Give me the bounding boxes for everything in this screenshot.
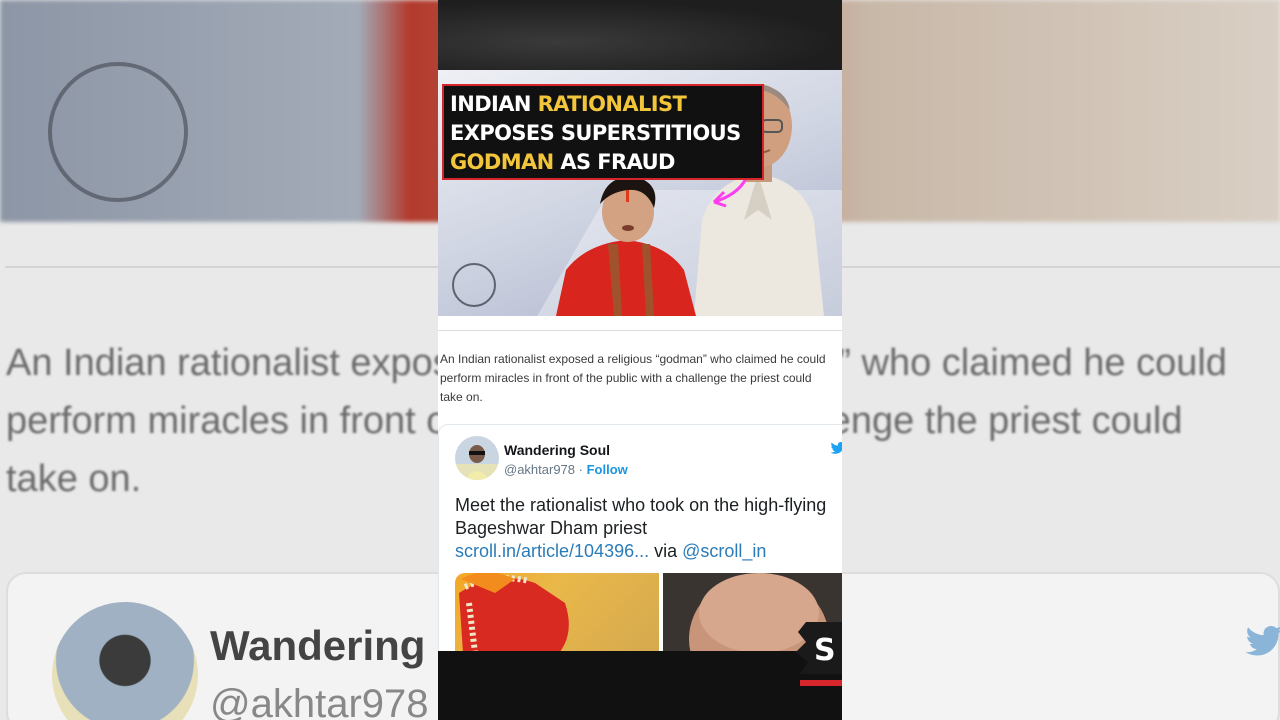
tweet-user-handle[interactable]: @akhtar978 [504, 462, 575, 477]
headline-suffix: AS FRAUD [553, 150, 675, 174]
follow-button[interactable]: Follow [587, 462, 628, 477]
article-divider [438, 330, 842, 331]
tweet-media-image-1[interactable] [455, 573, 659, 653]
headline-highlight-rationalist: RATIONALIST [537, 92, 687, 116]
tweet-article-link[interactable]: scroll.in/article/104396... [455, 541, 649, 561]
article-hero-image: INDIAN RATIONALIST EXPOSES SUPERSTITIOUS… [438, 70, 842, 316]
bg-site-logo-icon [48, 62, 188, 202]
bg-user-handle: @akhtar978 [210, 682, 429, 720]
separator: · [575, 462, 587, 477]
tweet-via: via [649, 541, 683, 561]
summary-line-3: take on. [440, 390, 483, 404]
article-summary: An Indian rationalist exposed a religiou… [440, 350, 842, 407]
tweet-user-name[interactable]: Wandering Soul [504, 442, 610, 458]
frame-top-strip [438, 0, 842, 70]
video-frame: INDIAN RATIONALIST EXPOSES SUPERSTITIOUS… [438, 0, 842, 720]
godman-portrait [556, 177, 696, 316]
tweet-text: Meet the rationalist who took on the hig… [455, 494, 835, 563]
bg-twitter-bird-icon [1244, 614, 1280, 670]
headline-line-3: GODMAN AS FRAUD [450, 148, 756, 177]
avatar[interactable] [455, 436, 499, 480]
headline-prefix: INDIAN [450, 92, 538, 116]
headline-line-2: EXPOSES SUPERSTITIOUS [450, 121, 741, 145]
headline-line-1: INDIAN RATIONALIST [450, 90, 756, 119]
frame-bottom-strip [438, 651, 842, 720]
summary-line-2: perform miracles in front of the public … [440, 371, 812, 385]
summary-line-1: An Indian rationalist exposed a religiou… [440, 352, 826, 366]
tweet-handle-row: @akhtar978 · Follow [504, 462, 628, 477]
site-logo-icon [452, 263, 496, 307]
subscribe-badge-letter: S [814, 633, 836, 668]
subscribe-badge[interactable]: S [796, 622, 842, 686]
tweet-body: Meet the rationalist who took on the hig… [455, 495, 827, 538]
article-headline: INDIAN RATIONALIST EXPOSES SUPERSTITIOUS… [442, 84, 764, 180]
headline-highlight-godman: GODMAN [450, 150, 554, 174]
twitter-bird-icon[interactable] [830, 440, 842, 456]
tweet-mention-link[interactable]: @scroll_in [682, 541, 766, 561]
